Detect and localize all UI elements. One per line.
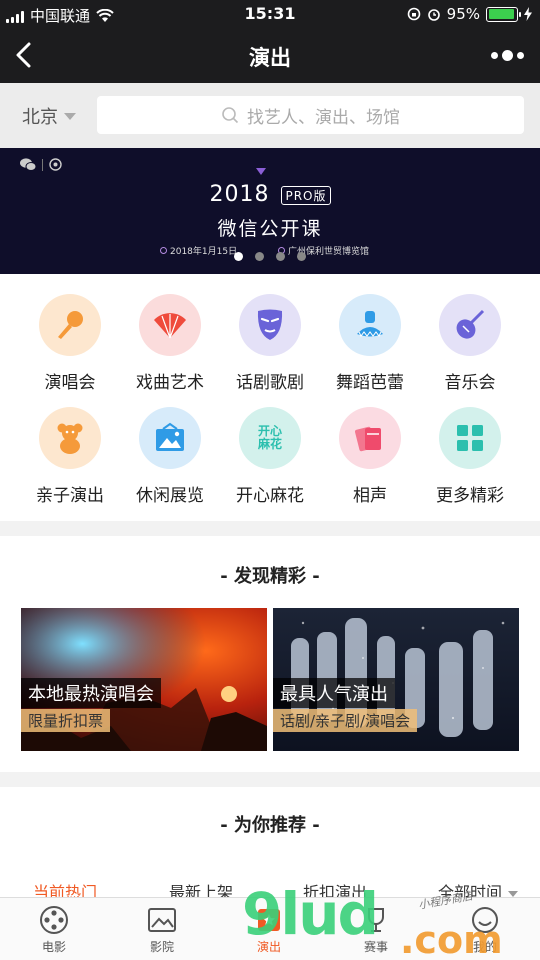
status-bar: 中国联通 15:31 95%	[0, 0, 540, 30]
banner-logos	[20, 158, 62, 171]
tickets-icon	[339, 407, 401, 469]
category-item[interactable]: 更多精彩	[420, 407, 520, 506]
category-item[interactable]: 戏曲艺术	[120, 294, 220, 393]
alarm-icon	[427, 9, 440, 21]
search-row: 北京 找艺人、演出、场馆	[0, 83, 540, 148]
rotation-lock-icon	[407, 7, 420, 21]
microphone-icon	[39, 294, 101, 356]
discover-card-concerts[interactable]: 本地最热演唱会 限量折扣票	[21, 608, 267, 751]
mask-icon	[239, 294, 301, 356]
triangle-mark	[256, 168, 266, 175]
page-title: 演出	[249, 46, 291, 70]
recommend-title: - 为你推荐 -	[220, 815, 320, 836]
card-title: 最具人气演出	[273, 678, 395, 708]
discover-card-shows[interactable]: 最具人气演出 话剧/亲子剧/演唱会	[273, 608, 519, 751]
carousel-dots[interactable]	[0, 252, 540, 261]
discover-section: - 发现精彩 - 本地最热演唱会 限量折扣票 最具人气演出 话剧/亲子剧/演唱会	[0, 536, 540, 772]
category-label: 开心麻花	[236, 486, 304, 506]
category-label: 舞蹈芭蕾	[336, 373, 404, 393]
category-label: 相声	[353, 486, 387, 506]
category-label: 音乐会	[444, 373, 496, 393]
search-icon	[222, 107, 239, 124]
category-item[interactable]: 音乐会	[420, 294, 520, 393]
category-item[interactable]: 开心 麻花 开心麻花	[220, 407, 320, 506]
tutu-dress-icon	[339, 294, 401, 356]
category-label: 亲子演出	[36, 486, 104, 506]
category-item[interactable]: 话剧歌剧	[220, 294, 320, 393]
banner-headline: 微信公开课	[217, 218, 323, 240]
tabbar-label: 影院	[149, 940, 174, 954]
battery-icon	[486, 6, 521, 22]
category-label: 演唱会	[44, 373, 96, 393]
carousel-dot[interactable]	[297, 252, 306, 261]
category-label: 更多精彩	[436, 486, 504, 506]
category-item[interactable]: 相声	[320, 407, 420, 506]
teddy-bear-icon	[39, 407, 101, 469]
watermark-logo: 9lud	[242, 880, 379, 948]
wechat-icon	[20, 158, 36, 171]
charging-icon	[524, 7, 532, 21]
tabbar-item[interactable]: 影院	[127, 902, 197, 955]
city-label: 北京	[22, 107, 58, 128]
film-reel-icon	[19, 902, 89, 938]
category-item[interactable]: 演唱会	[20, 294, 120, 393]
nav-bar: 演出	[0, 30, 540, 83]
city-selector[interactable]: 北京	[22, 103, 76, 129]
card-subtitle: 限量折扣票	[21, 709, 111, 732]
watermark-suffix: .com	[400, 918, 503, 960]
card-subtitle: 话剧/亲子剧/演唱会	[273, 709, 418, 732]
mahua-logo-icon: 开心 麻花	[239, 407, 301, 469]
more-menu-icon[interactable]	[488, 42, 526, 68]
carousel-dot[interactable]	[255, 252, 264, 261]
category-item[interactable]: 休闲展览	[120, 407, 220, 506]
category-label: 戏曲艺术	[136, 373, 204, 393]
category-item[interactable]: 舞蹈芭蕾	[320, 294, 420, 393]
grid-icon	[439, 407, 501, 469]
search-input[interactable]: 找艺人、演出、场馆	[97, 96, 524, 134]
banner-year: 2018 PRO版	[0, 182, 540, 207]
banner-year-text: 2018	[209, 182, 270, 207]
carousel-dot[interactable]	[234, 252, 243, 261]
violin-icon	[439, 294, 501, 356]
picture-frame-icon	[139, 407, 201, 469]
discover-title: - 发现精彩 -	[220, 566, 320, 587]
pro-badge: PRO版	[281, 185, 331, 205]
carousel-dot[interactable]	[276, 252, 285, 261]
category-label: 休闲展览	[136, 486, 204, 506]
search-placeholder: 找艺人、演出、场馆	[247, 107, 400, 128]
chevron-down-icon	[64, 112, 76, 120]
category-grid: 演唱会 戏曲艺术 话剧歌剧 舞蹈芭蕾 音乐会 亲子演出 休闲展览 开心 麻花 开心麻花 相声 更多精…	[0, 274, 540, 521]
tabbar-item[interactable]: 电影	[19, 902, 89, 955]
fan-icon	[139, 294, 201, 356]
aperture-icon	[49, 158, 62, 171]
promo-banner[interactable]: 2018 PRO版 微信公开课 2018年1月15日 广州保利世贸博览馆	[0, 148, 540, 274]
category-label: 话剧歌剧	[236, 373, 304, 393]
battery-percent: 95%	[446, 5, 480, 23]
chevron-down-icon	[508, 890, 519, 897]
category-item[interactable]: 亲子演出	[20, 407, 120, 506]
picture-icon	[127, 902, 197, 938]
tabbar-label: 电影	[41, 940, 66, 954]
card-title: 本地最热演唱会	[21, 678, 161, 708]
